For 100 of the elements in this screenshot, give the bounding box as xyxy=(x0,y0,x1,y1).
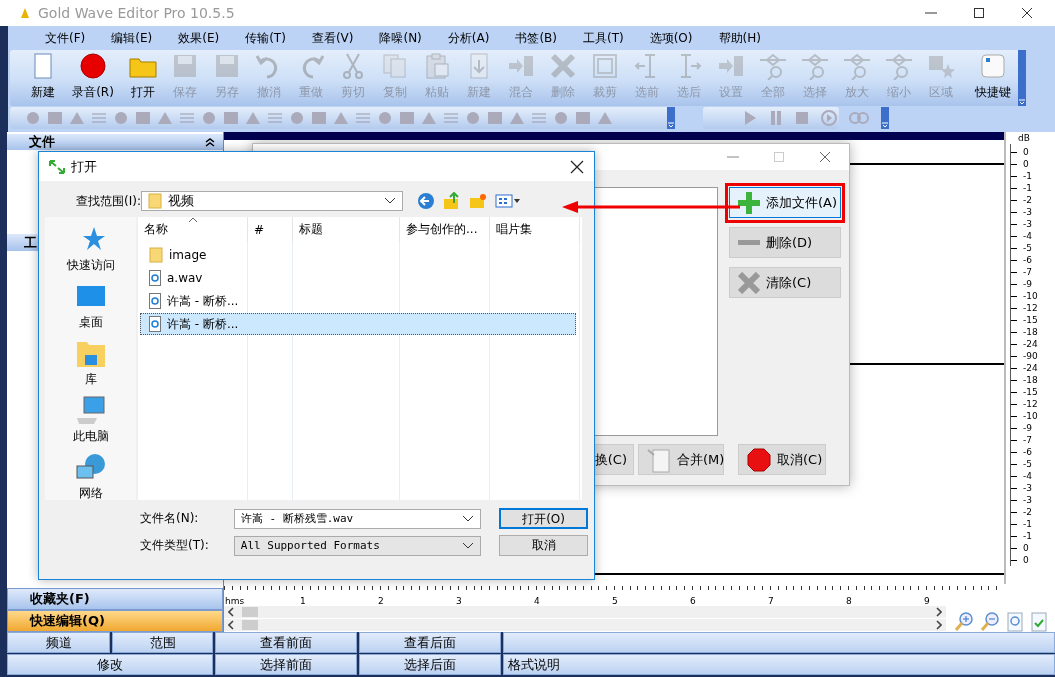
circle-tool-icon[interactable] xyxy=(114,111,128,125)
zoom-out-icon[interactable] xyxy=(980,612,1000,632)
scrollbar[interactable] xyxy=(224,606,946,618)
triangle-tool-icon[interactable] xyxy=(598,112,612,124)
column-header[interactable]: # xyxy=(248,217,293,242)
toolbar-options-icon[interactable] xyxy=(1018,50,1026,106)
loop-icon[interactable] xyxy=(849,112,869,124)
dialog-button[interactable]: 清除(C) xyxy=(729,267,841,298)
menu-item[interactable]: 降噪(N) xyxy=(370,29,431,47)
triangle-tool-icon[interactable] xyxy=(158,112,172,124)
open-button[interactable]: 打开(O) xyxy=(499,508,588,529)
square-tool-icon[interactable] xyxy=(224,112,238,124)
file-name-field[interactable]: 许嵩 - 断桥残雪.wav xyxy=(233,508,482,529)
square-tool-icon[interactable] xyxy=(576,112,590,124)
scrollbar[interactable] xyxy=(224,619,946,631)
square-tool-icon[interactable] xyxy=(400,112,414,124)
lines-tool-icon[interactable] xyxy=(444,113,458,123)
menu-item[interactable]: 文件(F) xyxy=(36,29,95,47)
triangle-tool-icon[interactable] xyxy=(246,112,260,124)
play-circle-icon[interactable] xyxy=(821,110,837,126)
place-item[interactable]: 快速访问 xyxy=(66,225,115,274)
menu-item[interactable]: 编辑(E) xyxy=(102,29,162,47)
zoom-in-icon[interactable] xyxy=(954,612,974,632)
file-type-dropdown[interactable]: All Supported Formats xyxy=(233,535,482,556)
menu-item[interactable]: 工具(T) xyxy=(574,29,633,47)
square-tool-icon[interactable] xyxy=(312,112,326,124)
file-row[interactable]: a.wav xyxy=(140,267,576,289)
page-check-icon[interactable] xyxy=(1030,612,1048,632)
circle-tool-icon[interactable] xyxy=(26,111,40,125)
function-button[interactable]: 查看后面 xyxy=(359,632,501,653)
scrollbar-thumb[interactable] xyxy=(242,620,258,630)
function-button[interactable]: 格式说明 xyxy=(503,654,1055,675)
toolbar-button[interactable]: 快捷键 xyxy=(968,50,1018,106)
toolbar-button[interactable]: 录音(R) xyxy=(64,50,122,106)
menu-item[interactable]: 分析(A) xyxy=(438,29,499,47)
menu-item[interactable]: 选项(O) xyxy=(640,29,702,47)
collapse-icon[interactable] xyxy=(205,137,215,147)
triangle-tool-icon[interactable] xyxy=(510,112,524,124)
stop-icon[interactable] xyxy=(795,110,809,126)
place-item[interactable]: 桌面 xyxy=(75,282,106,331)
dialog-button[interactable]: 删除(D) xyxy=(729,227,841,258)
function-button[interactable]: 查看前面 xyxy=(215,632,357,653)
toolbar-options-icon[interactable] xyxy=(881,107,889,129)
place-item[interactable]: 此电脑 xyxy=(72,396,109,445)
triangle-tool-icon[interactable] xyxy=(422,112,436,124)
dialog-button[interactable]: 合并(M) xyxy=(638,444,724,475)
page-magnifier-icon[interactable] xyxy=(1006,612,1024,632)
pause-icon[interactable] xyxy=(769,110,783,126)
place-item[interactable]: 库 xyxy=(75,339,106,388)
panel-header[interactable]: 文件 xyxy=(7,134,223,150)
column-header[interactable]: 标题 xyxy=(293,217,400,242)
circle-tool-icon[interactable] xyxy=(554,111,568,125)
file-row[interactable]: 许嵩 - 断桥... xyxy=(140,290,576,312)
circle-tool-icon[interactable] xyxy=(290,111,304,125)
square-tool-icon[interactable] xyxy=(488,112,502,124)
place-item[interactable]: 网络 xyxy=(75,453,106,502)
toolbar-button[interactable]: 打开 xyxy=(122,50,164,106)
look-in-dropdown[interactable]: 视频 xyxy=(141,191,403,211)
dialog-button[interactable]: 添加文件(A) xyxy=(729,187,841,218)
function-button[interactable]: 选择后面 xyxy=(359,654,501,675)
scrollbar-thumb[interactable] xyxy=(242,607,258,617)
triangle-tool-icon[interactable] xyxy=(70,112,84,124)
file-row[interactable]: 许嵩 - 断桥... xyxy=(140,313,576,335)
triangle-tool-icon[interactable] xyxy=(334,112,348,124)
menu-item[interactable]: 书签(B) xyxy=(506,29,566,47)
function-button[interactable]: 选择前面 xyxy=(215,654,357,675)
close-icon[interactable] xyxy=(570,159,584,174)
circle-tool-icon[interactable] xyxy=(466,111,480,125)
menu-item[interactable]: 帮助(H) xyxy=(709,29,770,47)
minimize-icon[interactable] xyxy=(727,156,739,158)
dialog-button[interactable]: 取消(C) xyxy=(738,444,826,475)
close-icon[interactable] xyxy=(1021,7,1033,19)
up-folder-icon[interactable] xyxy=(443,192,461,210)
toolbar-options-icon[interactable] xyxy=(667,107,675,129)
circle-tool-icon[interactable] xyxy=(378,111,392,125)
cancel-button[interactable]: 取消 xyxy=(499,535,588,556)
function-button[interactable]: 修改 xyxy=(7,654,213,675)
panel-tab[interactable]: 快速编辑(Q) xyxy=(7,610,223,632)
minimize-icon[interactable] xyxy=(925,12,937,14)
column-header[interactable]: 名称 xyxy=(138,217,248,242)
back-icon[interactable] xyxy=(417,192,435,210)
lines-tool-icon[interactable] xyxy=(92,113,106,123)
square-tool-icon[interactable] xyxy=(136,112,150,124)
lines-tool-icon[interactable] xyxy=(532,113,546,123)
toolbar-button[interactable]: 新建 xyxy=(22,50,64,106)
file-row[interactable]: image xyxy=(140,244,576,266)
maximize-icon[interactable] xyxy=(973,7,985,19)
lines-tool-icon[interactable] xyxy=(268,113,282,123)
column-header[interactable]: 参与创作的... xyxy=(400,217,490,242)
view-menu-icon[interactable] xyxy=(495,193,521,209)
new-folder-icon[interactable] xyxy=(469,192,487,210)
square-tool-icon[interactable] xyxy=(48,112,62,124)
function-button[interactable]: 频道 xyxy=(7,632,110,653)
play-icon[interactable] xyxy=(743,110,757,126)
circle-tool-icon[interactable] xyxy=(202,111,216,125)
column-header[interactable]: 唱片集 xyxy=(490,217,580,242)
lines-tool-icon[interactable] xyxy=(356,113,370,123)
menu-item[interactable]: 效果(E) xyxy=(169,29,229,47)
function-button[interactable]: 范围 xyxy=(112,632,213,653)
menu-item[interactable]: 传输(T) xyxy=(236,29,295,47)
